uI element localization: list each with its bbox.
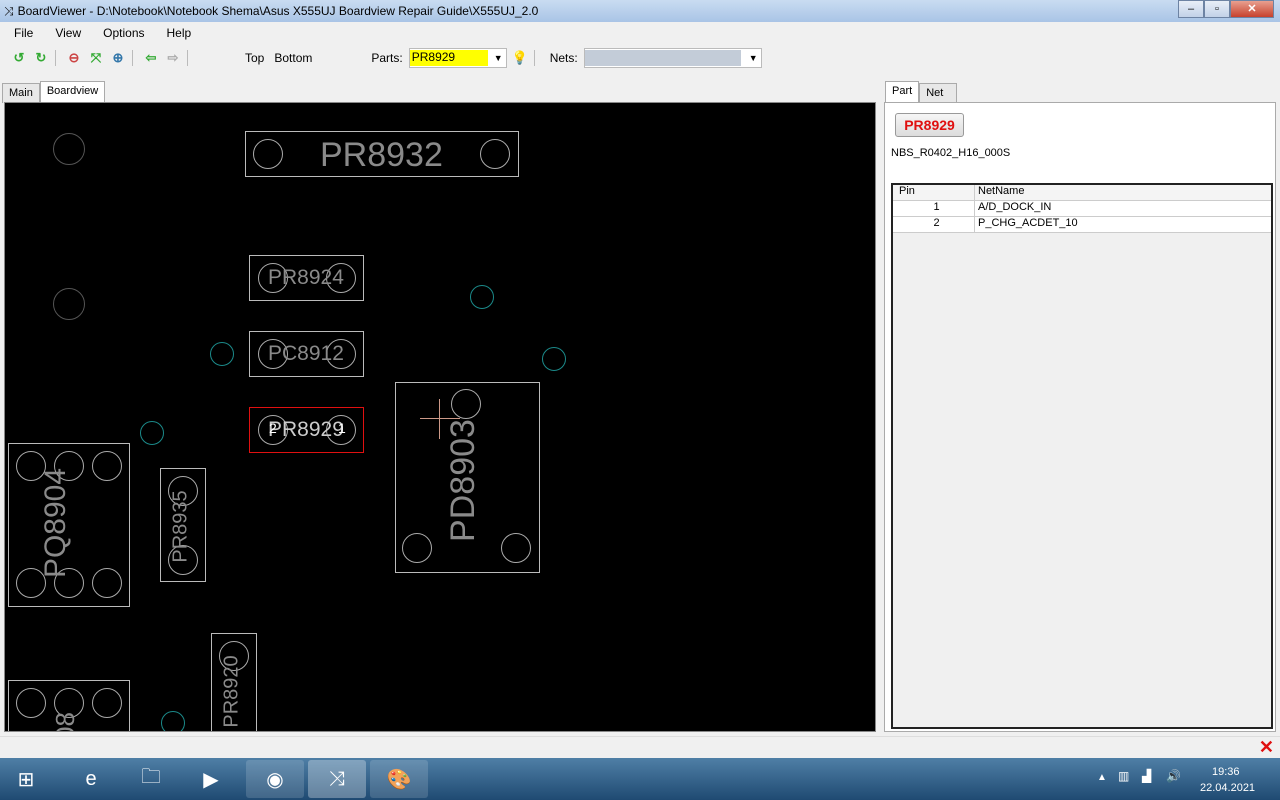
parts-label: Parts: xyxy=(371,51,403,65)
ie-icon[interactable]: e xyxy=(62,760,120,798)
mounting-hole xyxy=(53,288,85,320)
volume-icon[interactable]: 🔊 xyxy=(1166,769,1181,783)
chrome-icon[interactable]: ◉ xyxy=(246,760,304,798)
column-netname[interactable]: NetName xyxy=(975,185,1271,200)
menu-options[interactable]: Options xyxy=(89,24,152,44)
paint-icon[interactable]: 🎨 xyxy=(370,760,428,798)
rotate-right-icon[interactable]: ↻ xyxy=(32,49,50,67)
component-pr8935[interactable]: PR8935 xyxy=(160,468,206,582)
network-icon[interactable]: ▥ xyxy=(1118,769,1129,783)
boardviewer-icon[interactable]: ⤨ xyxy=(308,760,366,798)
title-bar: ⤨ BoardViewer - D:\Notebook\Notebook She… xyxy=(0,0,1280,22)
via xyxy=(470,285,494,309)
part-panel: PR8929 NBS_R0402_H16_000S Pin NetName 1 … xyxy=(884,102,1276,732)
tab-main[interactable]: Main xyxy=(2,83,40,103)
clock-date[interactable]: 22.04.2021 xyxy=(1200,782,1255,794)
pin-table: Pin NetName 1 A/D_DOCK_IN 2 P_CHG_ACDET_… xyxy=(891,183,1273,729)
menu-view[interactable]: View xyxy=(41,24,89,44)
maximize-button[interactable]: ▫ xyxy=(1204,0,1230,18)
signal-icon[interactable]: ▟ xyxy=(1142,769,1151,783)
panel-tabs: Part Net xyxy=(885,81,958,103)
bottom-button[interactable]: Bottom xyxy=(274,51,312,65)
tab-net[interactable]: Net xyxy=(919,83,958,103)
component-pr8932[interactable]: PR8932 xyxy=(245,131,519,177)
menu-help[interactable]: Help xyxy=(153,24,200,44)
component-pr8929-selected[interactable]: PR8929 2 1 xyxy=(249,407,364,453)
pin-2-label: 2 xyxy=(269,420,277,436)
parts-combo[interactable]: PR8929 ▼ xyxy=(408,48,507,68)
via xyxy=(140,421,164,445)
media-player-icon[interactable]: ▶ xyxy=(182,760,240,798)
component-pd8903[interactable]: PD8903 xyxy=(395,382,540,573)
chevron-down-icon[interactable]: ▼ xyxy=(749,53,758,63)
component-pc8912[interactable]: PC8912 xyxy=(249,331,364,377)
toolbar: ↺ ↻ ⊖ ⤧ ⊕ ⇦ ⇨ Top Bottom Parts: PR8929 ▼… xyxy=(0,46,1280,70)
component-pq8904[interactable]: PQ8904 xyxy=(8,443,130,607)
taskbar: ⊞ e 🗀 ▶ ◉ ⤨ 🎨 ▲ ▥ ▟ 🔊 19:36 22.04.2021 xyxy=(0,758,1280,800)
table-header: Pin NetName xyxy=(893,185,1271,201)
window-title: BoardViewer - D:\Notebook\Notebook Shema… xyxy=(17,4,539,18)
close-button[interactable]: ✕ xyxy=(1230,0,1274,18)
fit-icon[interactable]: ⤧ xyxy=(87,49,105,67)
part-name-button[interactable]: PR8929 xyxy=(895,113,964,137)
explorer-icon[interactable]: 🗀 xyxy=(122,760,180,798)
tab-boardview[interactable]: Boardview xyxy=(39,81,106,103)
nets-combo[interactable]: ▼ xyxy=(583,48,762,68)
zoom-in-icon[interactable]: ⊕ xyxy=(109,49,127,67)
top-button[interactable]: Top xyxy=(245,51,264,65)
component-pr8924[interactable]: PR8924 xyxy=(249,255,364,301)
tab-part[interactable]: Part xyxy=(885,81,920,103)
via xyxy=(210,342,234,366)
component-pq-partial[interactable]: 08 xyxy=(8,680,130,731)
component-pr8920[interactable]: PR8920 xyxy=(211,633,257,731)
start-button[interactable]: ⊞ xyxy=(2,760,50,798)
footprint-label: NBS_R0402_H16_000S xyxy=(891,147,1011,159)
mounting-hole xyxy=(53,133,85,165)
menu-file[interactable]: File xyxy=(0,24,41,44)
via xyxy=(542,347,566,371)
table-row[interactable]: 1 A/D_DOCK_IN xyxy=(893,201,1271,217)
back-arrow-icon[interactable]: ⇦ xyxy=(142,49,160,67)
status-bar: ✕ xyxy=(0,736,1280,758)
column-pin[interactable]: Pin xyxy=(893,185,975,200)
lightbulb-icon[interactable]: 💡 xyxy=(511,49,529,67)
menu-bar: File View Options Help xyxy=(0,24,199,44)
pin-1-label: 1 xyxy=(338,420,346,436)
app-icon: ⤨ xyxy=(4,3,14,18)
nets-input[interactable] xyxy=(584,50,741,66)
forward-arrow-icon[interactable]: ⇨ xyxy=(164,49,182,67)
close-icon[interactable]: ✕ xyxy=(1259,737,1274,758)
clock-time[interactable]: 19:36 xyxy=(1212,766,1240,778)
table-row[interactable]: 2 P_CHG_ACDET_10 xyxy=(893,217,1271,233)
chevron-down-icon[interactable]: ▼ xyxy=(494,53,503,63)
board-canvas[interactable]: PR8932 PR8924 PC8912 PR8929 2 1 PD8903 P… xyxy=(4,102,876,732)
minimize-button[interactable]: ‒ xyxy=(1178,0,1204,18)
rotate-left-icon[interactable]: ↺ xyxy=(10,49,28,67)
nets-label: Nets: xyxy=(549,51,578,65)
via xyxy=(161,711,185,731)
tray-expand-icon[interactable]: ▲ xyxy=(1097,772,1107,783)
parts-input[interactable]: PR8929 xyxy=(409,50,488,66)
main-tabs: Main Boardview xyxy=(2,81,106,103)
zoom-out-icon[interactable]: ⊖ xyxy=(65,49,83,67)
